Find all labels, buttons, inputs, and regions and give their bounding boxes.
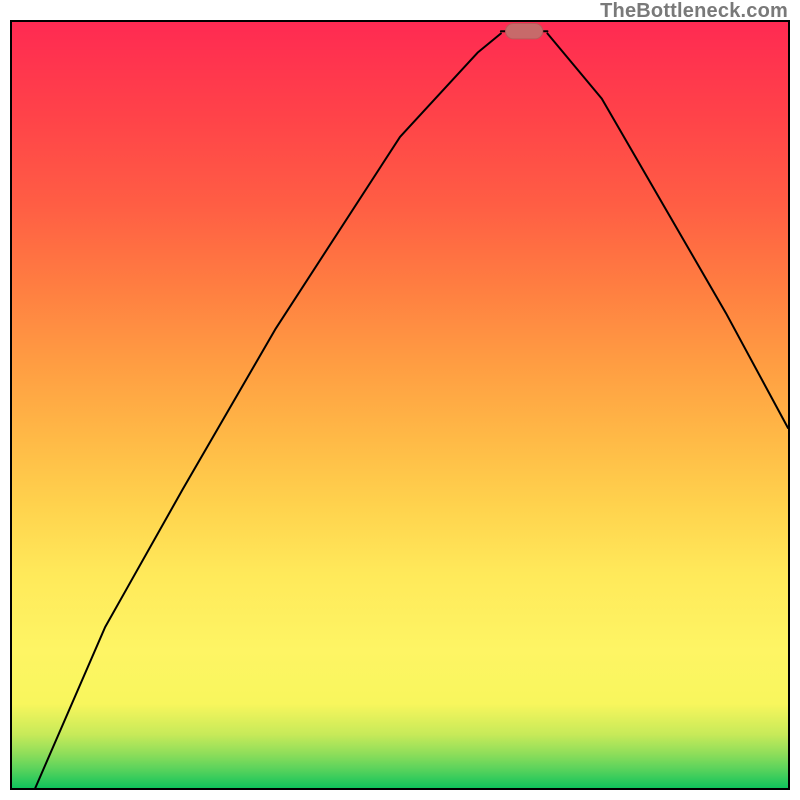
optimum-marker (506, 24, 543, 39)
bottleneck-chart (12, 22, 788, 788)
watermark-text: TheBottleneck.com (600, 0, 788, 23)
